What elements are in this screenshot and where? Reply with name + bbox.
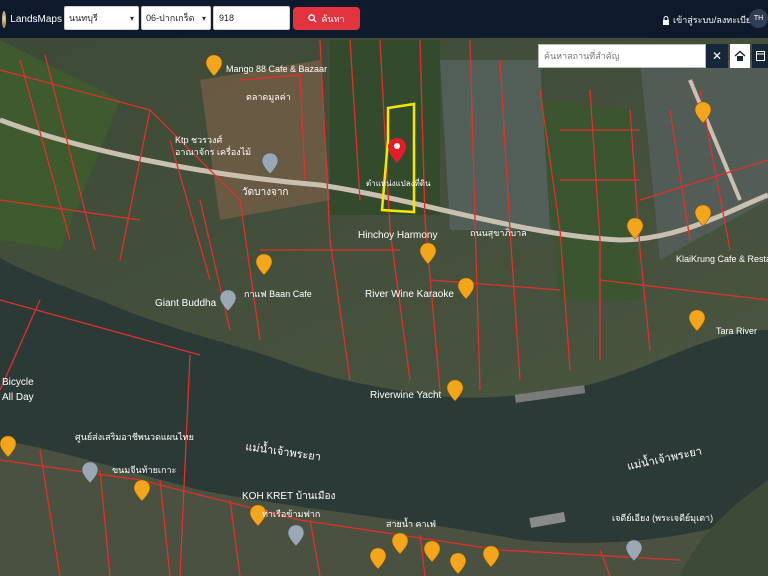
- place-label: KlaiKrung Cafe & Restaurant: [676, 254, 768, 264]
- place-label: Giant Buddha: [155, 298, 217, 309]
- place-label: สายน้ำ คาเฟ่: [386, 517, 436, 529]
- chevron-down-icon: ▾: [201, 13, 206, 23]
- place-label: Hinchoy Harmony: [358, 230, 437, 241]
- home-button[interactable]: [730, 44, 750, 68]
- place-label: Tara River: [716, 326, 757, 336]
- satellite-map[interactable]: ตำแหน่งแปลงที่ดิน Mango 88 Cafe & Bazaar…: [0, 38, 768, 576]
- login-link[interactable]: เข้าสู่ระบบ/ลงทะเบียน: [662, 13, 757, 27]
- place-label: River Wine Karaoke: [365, 289, 454, 300]
- place-label: Bicycle: [2, 377, 34, 388]
- login-label: เข้าสู่ระบบ/ลงทะเบียน: [673, 15, 758, 25]
- district-value: 06-ปากเกร็ด: [146, 13, 195, 23]
- logo[interactable]: LandsMaps: [2, 10, 62, 28]
- parcel-label: ตำแหน่งแปลงที่ดิน: [366, 177, 431, 188]
- urban-block: [440, 60, 550, 230]
- place-label: กาแฟ Baan Cafe: [244, 289, 312, 299]
- close-search-button[interactable]: ✕: [706, 44, 728, 68]
- close-icon: ✕: [711, 49, 723, 63]
- place-label: Mango 88 Cafe & Bazaar: [226, 64, 327, 74]
- logo-icon: [2, 10, 7, 28]
- chevron-down-icon: ▾: [129, 13, 134, 23]
- lock-icon: [663, 15, 669, 25]
- place-label: ศูนย์ส่งเสริมอาชีพนวดแผนไทย: [75, 431, 194, 443]
- place-label: KOH KRET บ้านเมือง: [242, 490, 336, 502]
- place-label: ขนมจีนท้ายเกาะ: [112, 465, 177, 475]
- home-icon: [734, 50, 746, 61]
- place-label: Riverwine Yacht: [370, 390, 442, 401]
- place-label: All Day: [2, 392, 34, 403]
- place-label: ถนนสุขาภิบาล: [470, 228, 527, 239]
- place-label: วัดบางจาก: [242, 187, 288, 198]
- place-search-input[interactable]: ค้นหาสถานที่สำคัญ: [538, 44, 706, 68]
- logo-text: LandsMaps: [10, 13, 62, 25]
- panel-icon: [755, 51, 765, 61]
- language-button[interactable]: TH: [749, 9, 768, 28]
- search-icon: [308, 14, 317, 23]
- province-value: นนทบุรี: [69, 13, 98, 23]
- district-select[interactable]: 06-ปากเกร็ด ▾: [141, 6, 211, 30]
- place-label: Ktp ชวรวงศ์: [175, 134, 222, 145]
- search-button[interactable]: ค้นหา: [293, 7, 360, 30]
- search-label: ค้นหา: [321, 13, 345, 24]
- map-view[interactable]: ตำแหน่งแปลงที่ดิน Mango 88 Cafe & Bazaar…: [0, 38, 768, 576]
- side-panel-toggle[interactable]: [752, 44, 768, 68]
- top-bar: LandsMaps นนทบุรี ▾ 06-ปากเกร็ด ▾ 918 ค้…: [0, 0, 768, 38]
- parcel-number-input[interactable]: 918: [213, 6, 290, 30]
- place-label: อาณาจักร เครื่องไม้: [175, 145, 251, 157]
- place-search-placeholder: ค้นหาสถานที่สำคัญ: [544, 51, 620, 61]
- place-label: เจดีย์เอียง (พระเจดีย์มุเตา): [612, 512, 713, 524]
- parcel-number-value: 918: [219, 13, 235, 23]
- place-label: ท่าเรือข้ามฟาก: [262, 509, 320, 519]
- province-select[interactable]: นนทบุรี ▾: [64, 6, 139, 30]
- place-label: ตลาดมูลค่า: [246, 92, 291, 103]
